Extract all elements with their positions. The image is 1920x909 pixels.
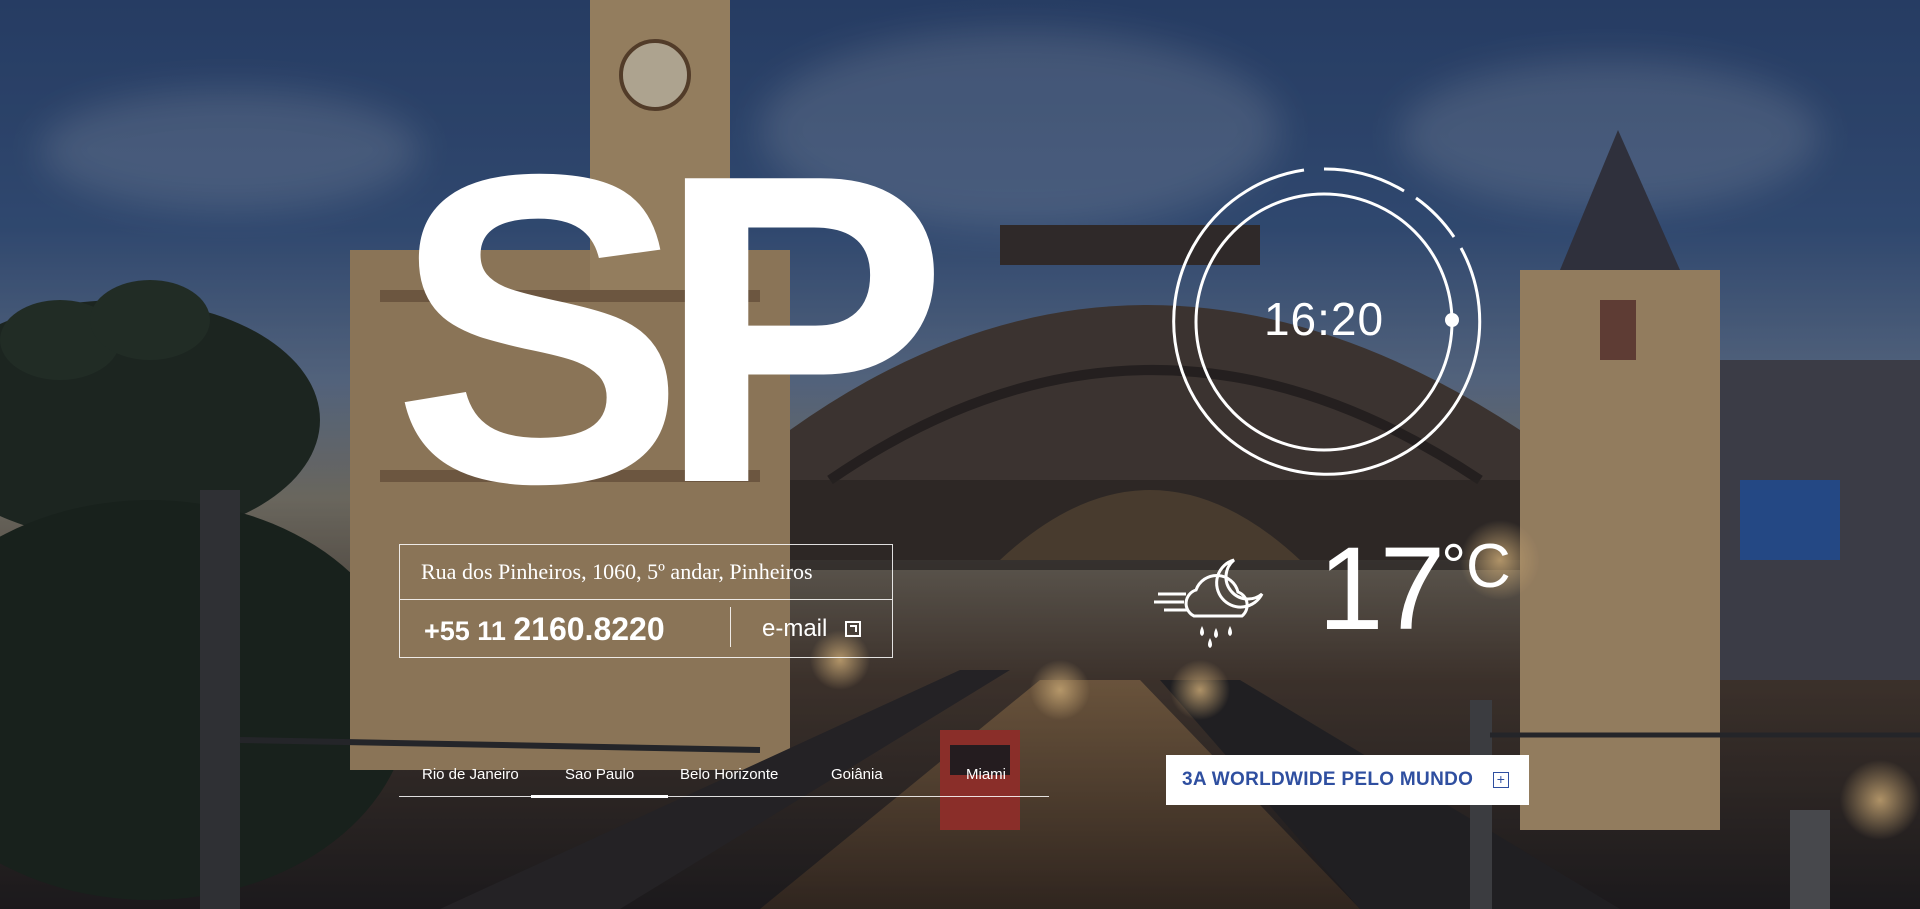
contact-divider — [400, 599, 892, 600]
tab-miami[interactable]: Miami — [966, 766, 1006, 783]
city-nav: Rio de Janeiro Sao Paulo Belo Horizonte … — [399, 760, 1049, 798]
phone-number: 2160.8220 — [513, 611, 665, 647]
temperature-readout: 17°C — [1318, 530, 1511, 648]
phone-link[interactable]: +55 11 2160.8220 — [424, 611, 665, 648]
worldwide-button-label: 3A WORLDWIDE PELO MUNDO — [1182, 769, 1474, 790]
email-label: e-mail — [762, 615, 828, 642]
external-link-icon — [845, 621, 862, 637]
cloud-moon-rain-icon — [1154, 558, 1264, 648]
address-text: Rua dos Pinheiros, 1060, 5º andar, Pinhe… — [421, 559, 813, 584]
contact-card: Rua dos Pinheiros, 1060, 5º andar, Pinhe… — [399, 544, 893, 658]
phone-prefix: +55 11 — [424, 616, 506, 646]
temperature-unit: °C — [1441, 532, 1511, 601]
email-link[interactable]: e-mail — [762, 615, 862, 643]
city-code-heading: SP — [392, 84, 949, 575]
worldwide-button[interactable]: 3A WORLDWIDE PELO MUNDO + — [1166, 755, 1529, 805]
tab-goiania[interactable]: Goiânia — [831, 766, 883, 783]
tab-sao-paulo[interactable]: Sao Paulo — [530, 766, 669, 798]
clock-time: 16:20 — [1263, 293, 1385, 345]
tab-rio-de-janeiro[interactable]: Rio de Janeiro — [422, 766, 519, 783]
clock-widget: 16:20 — [1164, 162, 1484, 482]
tab-belo-horizonte[interactable]: Belo Horizonte — [680, 766, 778, 783]
contact-separator — [730, 607, 731, 647]
plus-icon: + — [1493, 772, 1509, 788]
temperature-value: 17 — [1318, 523, 1445, 655]
